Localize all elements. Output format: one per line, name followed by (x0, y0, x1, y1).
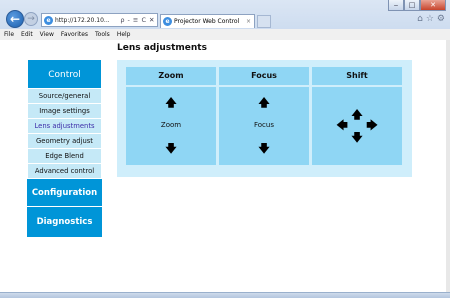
home-icon[interactable]: ⌂ (417, 14, 423, 24)
toolbar-icons: ⌂ ☆ ⚙ (417, 14, 445, 24)
menu-tools[interactable]: Tools (95, 31, 110, 38)
minimize-button[interactable]: ‒ (388, 0, 404, 11)
sidebar-configuration[interactable]: Configuration (27, 179, 102, 207)
lens-panel: Zoom 🡅 Zoom 🡇 Focus 🡅 Focus 🡇 Shift 🡅 🡄 … (117, 60, 412, 177)
menu-view[interactable]: View (40, 31, 54, 38)
focus-up-arrow-icon[interactable]: 🡅 (257, 96, 271, 110)
tab-favicon-icon: e (163, 17, 172, 26)
shift-down-arrow-icon[interactable]: 🡇 (350, 131, 364, 145)
address-url[interactable]: http://172.20.10... (55, 17, 120, 24)
menu-favorites[interactable]: Favorites (61, 31, 88, 38)
sidebar-item-advanced-control[interactable]: Advanced control (27, 164, 102, 179)
address-tools[interactable]: ρ ‑ ≡ C ✕ (120, 16, 157, 24)
tab-close-icon[interactable]: × (246, 18, 254, 25)
zoom-label: Zoom (160, 121, 182, 129)
focus-column: Focus 🡅 Focus 🡇 (219, 67, 309, 165)
zoom-controls: 🡅 Zoom 🡇 (126, 87, 216, 165)
sidebar-item-edge-blend[interactable]: Edge Blend (27, 149, 102, 164)
vertical-scrollbar[interactable] (446, 40, 450, 292)
address-bar[interactable]: e http://172.20.10... ρ ‑ ≡ C ✕ (41, 13, 158, 27)
sidebar-diagnostics[interactable]: Diagnostics (27, 207, 102, 237)
focus-controls: 🡅 Focus 🡇 (219, 87, 309, 165)
menu-file[interactable]: File (4, 31, 14, 38)
window-controls: ‒ □ ✕ (388, 0, 446, 11)
status-bar (0, 292, 450, 298)
menu-help[interactable]: Help (117, 31, 131, 38)
shift-up-arrow-icon[interactable]: 🡅 (350, 108, 364, 122)
page-title: Lens adjustments (117, 43, 207, 53)
shift-header: Shift (312, 67, 402, 85)
focus-header: Focus (219, 67, 309, 85)
maximize-button[interactable]: □ (404, 0, 420, 11)
shift-column: Shift 🡅 🡄 🡆 🡇 (312, 67, 402, 165)
shift-left-arrow-icon[interactable]: 🡄 (335, 119, 349, 133)
favorites-star-icon[interactable]: ☆ (426, 14, 434, 24)
sidebar: Control Source/general Image settings Le… (27, 59, 102, 237)
sidebar-item-geometry-adjust[interactable]: Geometry adjust (27, 134, 102, 149)
sidebar-header-control[interactable]: Control (27, 59, 102, 89)
menu-bar: File Edit View Favorites Tools Help (0, 29, 450, 40)
sidebar-item-source-general[interactable]: Source/general (27, 89, 102, 104)
close-window-button[interactable]: ✕ (420, 0, 446, 11)
sidebar-item-lens-adjustments[interactable]: Lens adjustments (27, 119, 102, 134)
new-tab-button[interactable] (257, 15, 271, 28)
page-content: Lens adjustments Control Source/general … (0, 40, 446, 292)
browser-tab[interactable]: e Projector Web Control × (160, 14, 255, 28)
shift-controls: 🡅 🡄 🡆 🡇 (312, 87, 402, 165)
menu-edit[interactable]: Edit (21, 31, 33, 38)
sidebar-item-image-settings[interactable]: Image settings (27, 104, 102, 119)
settings-gear-icon[interactable]: ⚙ (437, 14, 445, 24)
zoom-column: Zoom 🡅 Zoom 🡇 (126, 67, 216, 165)
tab-title: Projector Web Control (174, 18, 240, 25)
focus-down-arrow-icon[interactable]: 🡇 (257, 142, 271, 156)
zoom-header: Zoom (126, 67, 216, 85)
back-button[interactable]: ← (6, 10, 24, 28)
browser-chrome: ‒ □ ✕ ← → e http://172.20.10... ρ ‑ ≡ C … (0, 0, 450, 40)
zoom-up-arrow-icon[interactable]: 🡅 (164, 96, 178, 110)
forward-button[interactable]: → (24, 12, 38, 26)
zoom-down-arrow-icon[interactable]: 🡇 (164, 142, 178, 156)
shift-right-arrow-icon[interactable]: 🡆 (365, 119, 379, 133)
focus-label: Focus (254, 121, 274, 129)
ie-icon: e (44, 15, 53, 25)
